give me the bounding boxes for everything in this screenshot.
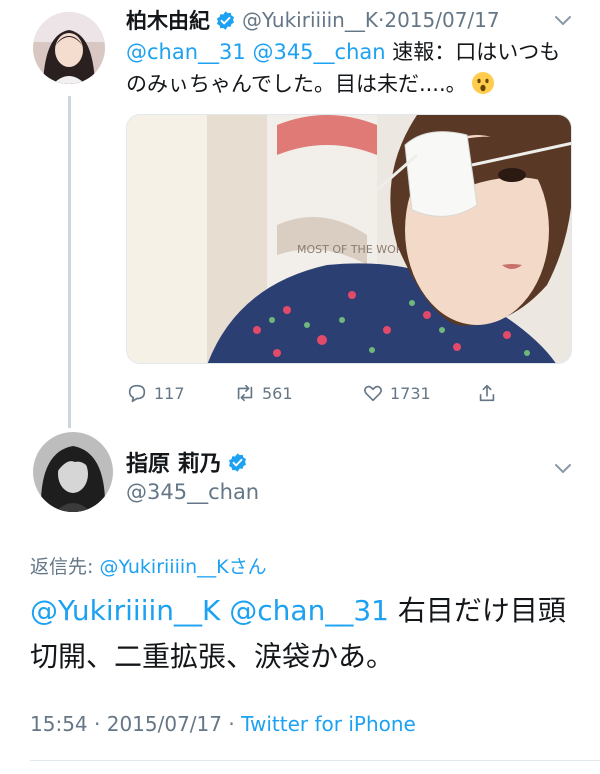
display-name[interactable]: 指原 莉乃 bbox=[126, 446, 222, 478]
tweet-text: @chan__31 @345__chan 速報：口はいつものみぃちゃんでした。目… bbox=[126, 36, 576, 100]
reply-to-suffix[interactable]: さん bbox=[229, 556, 267, 578]
retweet-button[interactable]: 561 bbox=[234, 378, 293, 408]
share-icon bbox=[479, 384, 495, 402]
verified-badge-icon bbox=[227, 452, 248, 473]
tweet-source-link[interactable]: Twitter for iPhone bbox=[241, 712, 416, 736]
tweet-header: 柏木由紀 @Yukiriiiin__K · 2015/07/17 bbox=[126, 6, 586, 34]
chevron-down-icon[interactable] bbox=[553, 12, 573, 26]
verified-badge-icon bbox=[215, 10, 236, 31]
display-name[interactable]: 柏木由紀 bbox=[126, 5, 210, 35]
tweet-kashiwagi[interactable]: 柏木由紀 @Yukiriiiin__K · 2015/07/17 @chan__… bbox=[0, 0, 600, 430]
separator-dot: · bbox=[228, 712, 242, 736]
tweet-header: 指原 莉乃 bbox=[126, 446, 254, 478]
like-button[interactable]: 1731 bbox=[362, 378, 431, 408]
tweet-time[interactable]: 15:54 bbox=[30, 712, 88, 736]
mention-link[interactable]: @Yukiriiiin__K bbox=[30, 594, 220, 627]
reply-to-label: 返信先: bbox=[30, 556, 100, 578]
reply-to-handle[interactable]: @Yukiriiiin__K bbox=[99, 556, 228, 578]
retweet-count: 561 bbox=[262, 383, 293, 403]
tweet-sashihara[interactable]: 指原 莉乃 @345__chan 返信先: @Yukiriiiin__Kさん @… bbox=[0, 430, 600, 774]
retweet-icon bbox=[237, 384, 253, 402]
mention-link[interactable]: @345__chan bbox=[252, 40, 385, 64]
divider bbox=[30, 760, 600, 761]
chevron-down-icon[interactable] bbox=[553, 460, 573, 474]
reply-icon bbox=[128, 384, 146, 403]
handle[interactable]: @345__chan bbox=[126, 480, 259, 504]
avatar-sashihara[interactable] bbox=[33, 432, 113, 512]
mention-link[interactable]: @chan__31 bbox=[126, 40, 246, 64]
tweet-date[interactable]: 2015/07/17 bbox=[384, 8, 499, 32]
tweet-actions: 117 561 1731 bbox=[126, 378, 576, 408]
hushed-face-icon bbox=[471, 71, 495, 95]
separator-dot: · bbox=[94, 712, 107, 736]
tweet-meta: 15:54 · 2015/07/17 · Twitter for iPhone bbox=[30, 712, 416, 736]
reply-button[interactable]: 117 bbox=[126, 378, 185, 408]
share-button[interactable] bbox=[476, 378, 504, 408]
avatar-kashiwagi[interactable] bbox=[33, 12, 105, 84]
tweet-photo[interactable]: MOST OF THE WORLD bbox=[126, 114, 572, 364]
reply-count: 117 bbox=[154, 383, 185, 403]
tweet-date[interactable]: 2015/07/17 bbox=[107, 712, 222, 736]
like-icon bbox=[364, 385, 382, 402]
like-count: 1731 bbox=[390, 383, 431, 403]
reply-to-line: 返信先: @Yukiriiiin__Kさん bbox=[30, 552, 267, 579]
tweet-text: @Yukiriiiin__K @chan__31 右目だけ目頭切開、二重拡張、涙… bbox=[30, 588, 580, 680]
handle[interactable]: @Yukiriiiin__K bbox=[242, 8, 378, 32]
mention-link[interactable]: @chan__31 bbox=[229, 594, 389, 627]
